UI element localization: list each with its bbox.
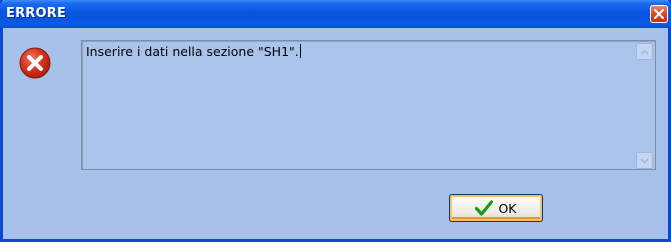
title-bar[interactable]: ERRORE <box>0 0 671 28</box>
scroll-down-button[interactable] <box>636 152 653 169</box>
close-button[interactable] <box>650 5 668 23</box>
error-icon <box>19 47 51 79</box>
vertical-scrollbar[interactable] <box>636 43 653 169</box>
message-textarea[interactable]: Inserire i dati nella sezione "SH1". <box>81 40 656 170</box>
checkmark-icon <box>475 200 494 216</box>
ok-button-label: OK <box>498 200 517 216</box>
ok-button[interactable]: OK <box>449 194 543 222</box>
error-message: Inserire i dati nella sezione "SH1". <box>86 44 301 59</box>
scroll-up-button[interactable] <box>636 43 653 60</box>
dialog-title: ERRORE <box>6 6 67 21</box>
chevron-up-icon <box>640 48 649 55</box>
chevron-down-icon <box>640 157 649 164</box>
error-dialog: ERRORE Inserire i dati nella sezione "SH… <box>0 0 671 242</box>
close-icon <box>654 9 664 19</box>
